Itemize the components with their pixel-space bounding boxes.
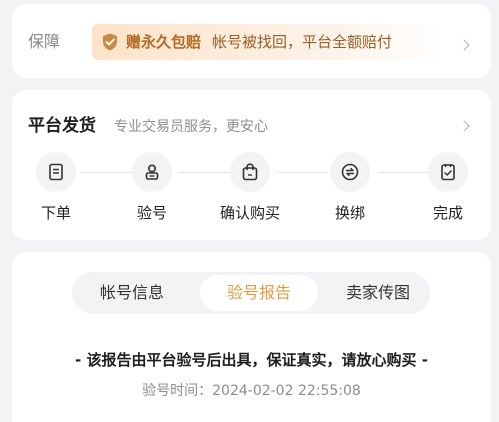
guarantee-card[interactable]: 保障 赠永久包赔 帐号被找回，平台全额赔付	[12, 4, 491, 78]
report-tab-bar: 帐号信息 验号报告 卖家传图	[72, 272, 430, 314]
step-connector	[178, 172, 230, 173]
inspection-time: 验号时间：2024-02-02 22:55:08	[142, 383, 361, 399]
delivery-subtitle: 专业交易员服务，更安心	[114, 119, 268, 135]
guarantee-banner[interactable]: 赠永久包赔 帐号被找回，平台全额赔付	[92, 24, 442, 60]
delivery-title: 平台发货	[28, 116, 96, 136]
tab-seller-images[interactable]: 卖家传图	[328, 275, 428, 311]
tab-account-info[interactable]: 帐号信息	[82, 275, 182, 311]
step-label: 完成	[432, 204, 463, 222]
step-label: 确认购买	[219, 204, 280, 222]
chevron-right-icon[interactable]	[458, 39, 470, 51]
delivery-card[interactable]: 平台发货 专业交易员服务，更安心 下单 验号 确认购买 换绑 完成	[12, 90, 491, 240]
step-label: 换绑	[334, 204, 365, 222]
step-connector	[378, 172, 430, 173]
guarantee-badge-title: 赠永久包赔	[126, 33, 202, 51]
shopping-bag-icon	[230, 152, 270, 192]
account-inspect-icon	[132, 152, 172, 192]
complete-check-icon	[428, 152, 468, 192]
report-card: 帐号信息 验号报告 卖家传图 - 该报告由平台验号后出具，保证真实，请放心购买 …	[12, 252, 491, 422]
guarantee-badge-desc: 帐号被找回，平台全额赔付	[212, 33, 393, 51]
order-document-icon	[36, 152, 76, 192]
report-statement: - 该报告由平台验号后出具，保证真实，请放心购买 -	[75, 351, 428, 369]
rebind-exchange-icon	[330, 152, 370, 192]
step-label: 验号	[136, 204, 167, 222]
shield-check-icon	[100, 32, 120, 52]
chevron-right-icon[interactable]	[458, 120, 470, 132]
step-connector	[80, 172, 132, 173]
step-label: 下单	[40, 204, 71, 222]
guarantee-label: 保障	[28, 32, 61, 51]
step-connector	[276, 172, 328, 173]
tab-inspection-report[interactable]: 验号报告	[200, 275, 318, 311]
